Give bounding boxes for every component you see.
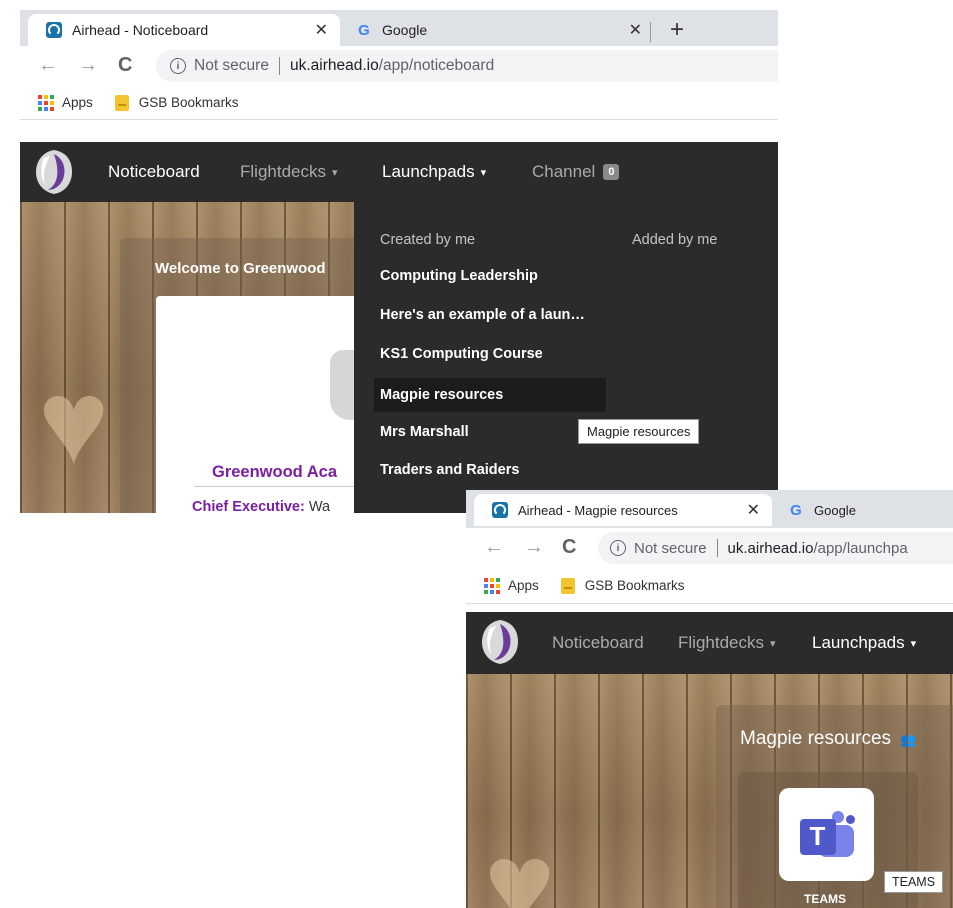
app-navbar: Noticeboard Flightdecks ▾ Launchpads ▾ Cha… [20,142,778,202]
airhead-logo-icon[interactable] [478,618,522,666]
nav-channel[interactable]: Channel 0 [532,142,620,202]
close-tab-icon[interactable]: ✕ [747,500,760,520]
heart-icon: ♥ [38,355,110,489]
bookmark-gsb[interactable]: GSB Bookmarks [139,95,239,110]
tab-title: Google [382,22,428,38]
tab-google[interactable]: G Google [774,494,953,526]
caret-down-icon: ▾ [331,166,338,179]
airhead-icon [46,22,62,38]
tab-airhead-noticeboard[interactable]: Airhead - Noticeboard ✕ [28,14,340,46]
apps-grid-icon [38,94,54,111]
launchpad-title: Magpie resources 👥 [740,728,917,749]
close-tab-icon[interactable]: ✕ [629,20,642,40]
launchpad-item[interactable]: KS1 Computing Course [380,337,543,371]
launchpad-screenshot: Airhead - Magpie resources ✕ G Google ← … [466,490,953,908]
heart-icon: ♥ [484,818,556,908]
nav-noticeboard[interactable]: Noticeboard [108,142,200,202]
address-bar-row: ← → C i Not secure uk.airhead.io/app/lau… [466,528,953,568]
forward-arrow-icon[interactable]: → [78,54,98,77]
launchpad-item[interactable]: Traders and Raiders [380,453,519,487]
tab-strip: Airhead - Noticeboard ✕ G Google ✕ + [20,10,778,46]
bookmark-folder-icon [560,577,575,594]
bookmark-apps[interactable]: Apps [62,95,93,110]
google-icon: G [358,21,370,39]
app-navbar: Noticeboard Flightdecks ▾ Launchpads ▾ [466,612,953,674]
info-icon[interactable]: i [170,58,186,74]
bookmark-gsb[interactable]: GSB Bookmarks [585,578,685,593]
organisation-name: Greenwood Aca [212,463,337,481]
back-arrow-icon[interactable]: ← [38,54,58,77]
url-text: uk.airhead.io/app/launchpa [727,539,908,557]
bookmarks-bar: Apps GSB Bookmarks [466,568,953,604]
launchpads-dropdown: Created by me Added by me Computing Lead… [354,202,778,513]
airhead-logo-icon[interactable] [32,148,76,196]
bookmarks-bar: Apps GSB Bookmarks [20,86,778,120]
security-label: Not secure [194,57,269,74]
tooltip: Magpie resources [578,419,700,444]
launchpad-item-hovered[interactable]: Magpie resources [374,378,606,412]
tab-created-by-me[interactable]: Created by me [380,232,475,248]
caret-down-icon: ▾ [910,637,917,650]
back-arrow-icon[interactable]: ← [484,536,504,559]
tooltip: TEAMS [884,871,944,893]
nav-launchpads[interactable]: Launchpads ▾ [382,142,486,202]
channel-count-badge: 0 [603,164,620,180]
nav-noticeboard[interactable]: Noticeboard [552,612,644,674]
tab-strip: Airhead - Magpie resources ✕ G Google [466,490,953,528]
divider [278,57,280,75]
tab-separator [650,22,651,42]
teams-tile[interactable]: T [779,788,874,881]
tab-google[interactable]: G Google ✕ [342,14,654,46]
bookmark-folder-icon [114,94,129,111]
address-bar-row: ← → C i Not secure uk.airhead.io/app/not… [20,46,778,86]
security-label: Not secure [634,539,707,557]
tab-title: Airhead - Noticeboard [72,22,209,38]
reload-icon[interactable]: C [562,536,576,559]
url-text: uk.airhead.io/app/noticeboard [289,57,495,74]
forward-arrow-icon[interactable]: → [524,536,544,559]
caret-down-icon: ▾ [480,166,487,179]
noticeboard-screenshot: Airhead - Noticeboard ✕ G Google ✕ + ← →… [20,10,778,513]
tab-added-by-me[interactable]: Added by me [632,232,717,248]
tab-title: Airhead - Magpie resources [518,502,678,518]
nav-flightdecks[interactable]: Flightdecks ▾ [240,142,338,202]
address-bar[interactable]: i Not secure uk.airhead.io/app/noticeboa… [156,50,778,82]
nav-launchpads[interactable]: Launchpads ▾ [812,612,916,674]
caret-down-icon: ▾ [769,637,776,650]
new-tab-button[interactable]: + [670,16,684,44]
welcome-title: Welcome to Greenwood [155,260,326,277]
reload-icon[interactable]: C [118,54,132,77]
launchpad-item[interactable]: Computing Leadership [380,259,538,293]
address-bar[interactable]: i Not secure uk.airhead.io/app/launchpa [598,532,953,564]
launchpad-item[interactable]: Mrs Marshall [380,415,469,449]
airhead-icon [492,502,508,518]
tab-title: Google [814,502,856,518]
divider [716,539,718,557]
apps-grid-icon [484,577,500,594]
close-tab-icon[interactable]: ✕ [315,20,328,40]
launchpad-item[interactable]: Here's an example of a laun… [380,298,585,332]
chief-executive: Chief Executive: Wa [192,499,331,513]
users-icon: 👥 [900,732,917,747]
info-icon[interactable]: i [610,540,626,556]
tile-label: TEAMS [804,892,846,906]
teams-icon: T [796,807,858,863]
google-icon: G [790,501,802,519]
tab-airhead-magpie[interactable]: Airhead - Magpie resources ✕ [474,494,772,526]
nav-flightdecks[interactable]: Flightdecks ▾ [678,612,776,674]
bookmark-apps[interactable]: Apps [508,578,539,593]
